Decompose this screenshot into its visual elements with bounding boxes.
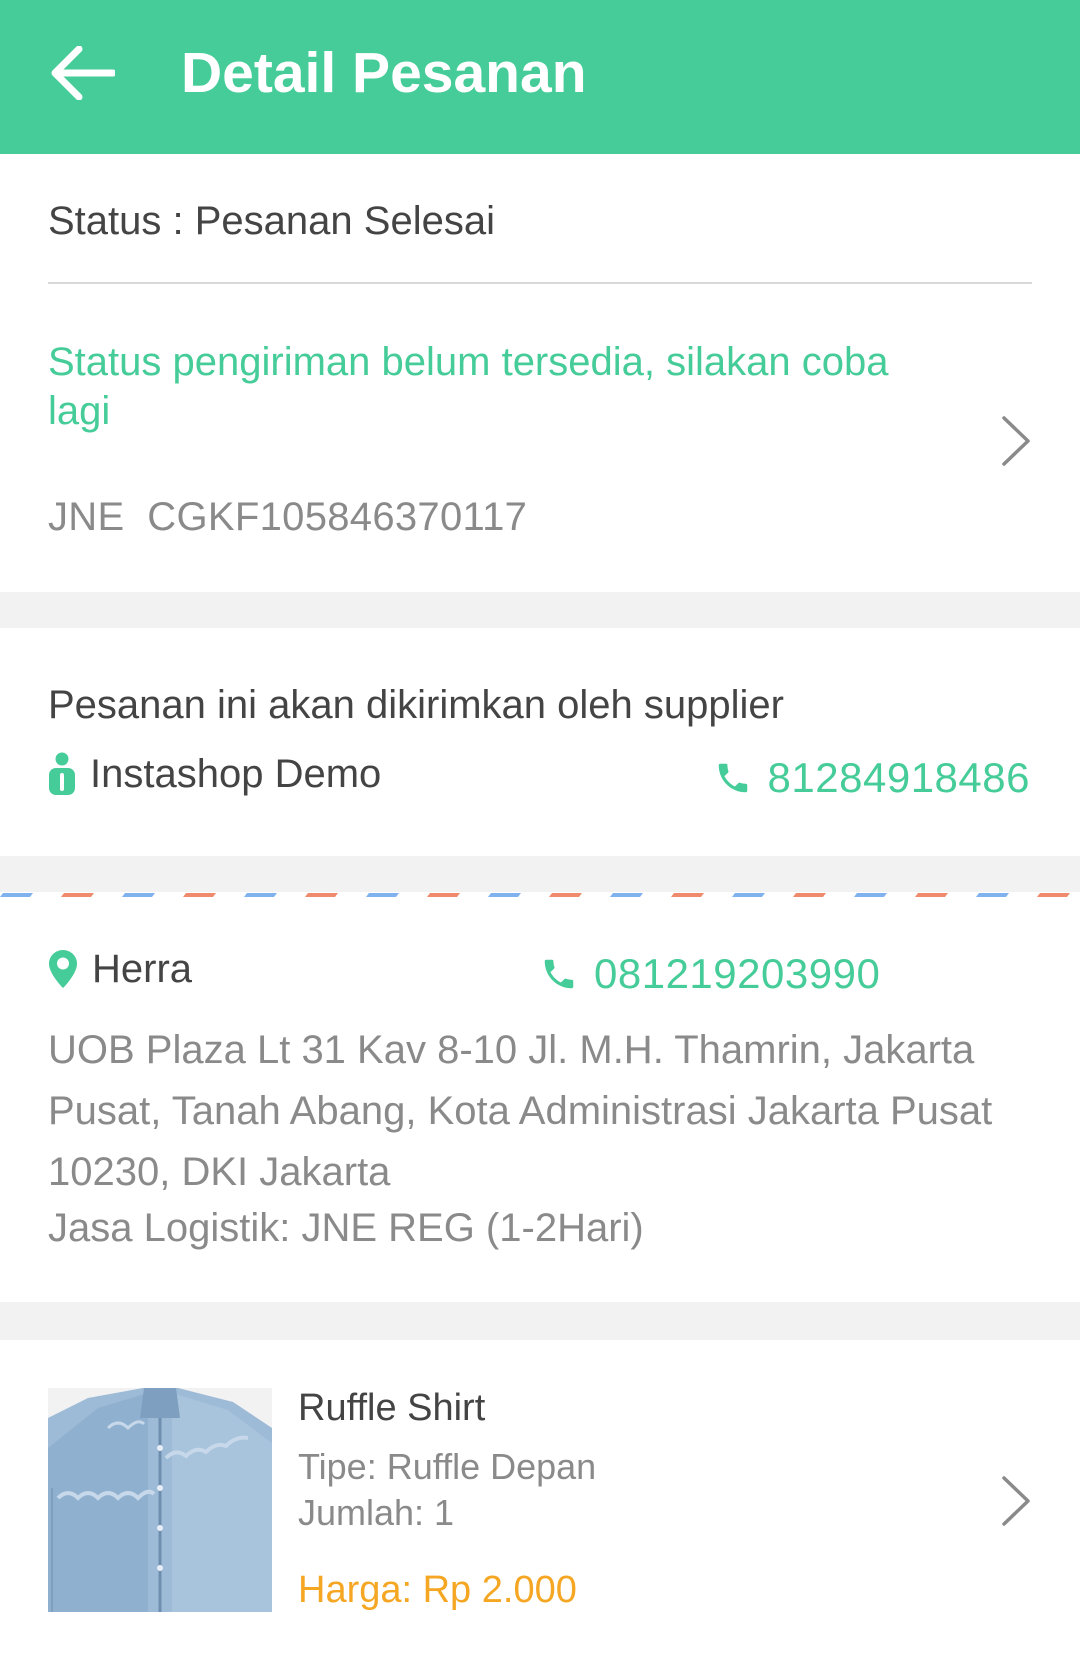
- recipient-name: Herra: [92, 947, 193, 991]
- person-icon: [49, 752, 75, 795]
- product-type: Tipe: Ruffle Depan: [298, 1446, 597, 1487]
- supplier-note: Pesanan ini akan dikirimkan oleh supplie…: [48, 683, 784, 727]
- location-pin-icon: [49, 950, 77, 988]
- supplier-name: Instashop Demo: [90, 752, 382, 796]
- section-separator: [0, 856, 1080, 892]
- page-title: Detail Pesanan: [181, 41, 587, 105]
- phone-icon: [718, 763, 747, 793]
- supplier-section: [0, 628, 1080, 856]
- supplier-info: Instashop Demo: [48, 748, 381, 800]
- supplier-phone-link[interactable]: 81284918486: [714, 752, 1030, 804]
- section-separator: [0, 592, 1080, 628]
- recipient-info: Herra: [48, 944, 192, 994]
- phone-icon: [544, 959, 574, 989]
- supplier-phone: 81284918486: [767, 754, 1030, 801]
- product-quantity: Jumlah: 1: [298, 1492, 455, 1533]
- product-price: Harga: Rp 2.000: [298, 1569, 577, 1611]
- recipient-address: UOB Plaza Lt 31 Kav 8-10 Jl. M.H. Thamri…: [48, 1028, 993, 1194]
- recipient-phone: 081219203990: [594, 950, 881, 997]
- shipping-status-message: Status pengiriman belum tersedia, silaka…: [48, 340, 889, 433]
- recipient-phone-link[interactable]: 081219203990: [540, 948, 880, 1000]
- product-image: [48, 1388, 272, 1612]
- back-button[interactable]: [46, 38, 118, 108]
- order-status-text: Status : Pesanan Selesai: [48, 199, 495, 243]
- arrow-left-icon: [51, 46, 115, 100]
- shipping-status-row[interactable]: [0, 284, 1080, 592]
- app-bar: Detail Pesanan: [0, 0, 1080, 154]
- tracking-number: JNE CGKF105846370117: [48, 495, 528, 539]
- chevron-right-icon: [1002, 1476, 1030, 1526]
- chevron-right-icon: [1002, 416, 1030, 466]
- logistics-info: Jasa Logistik: JNE REG (1-2Hari): [48, 1206, 644, 1250]
- section-separator: [0, 1302, 1080, 1340]
- product-name: Ruffle Shirt: [298, 1387, 486, 1429]
